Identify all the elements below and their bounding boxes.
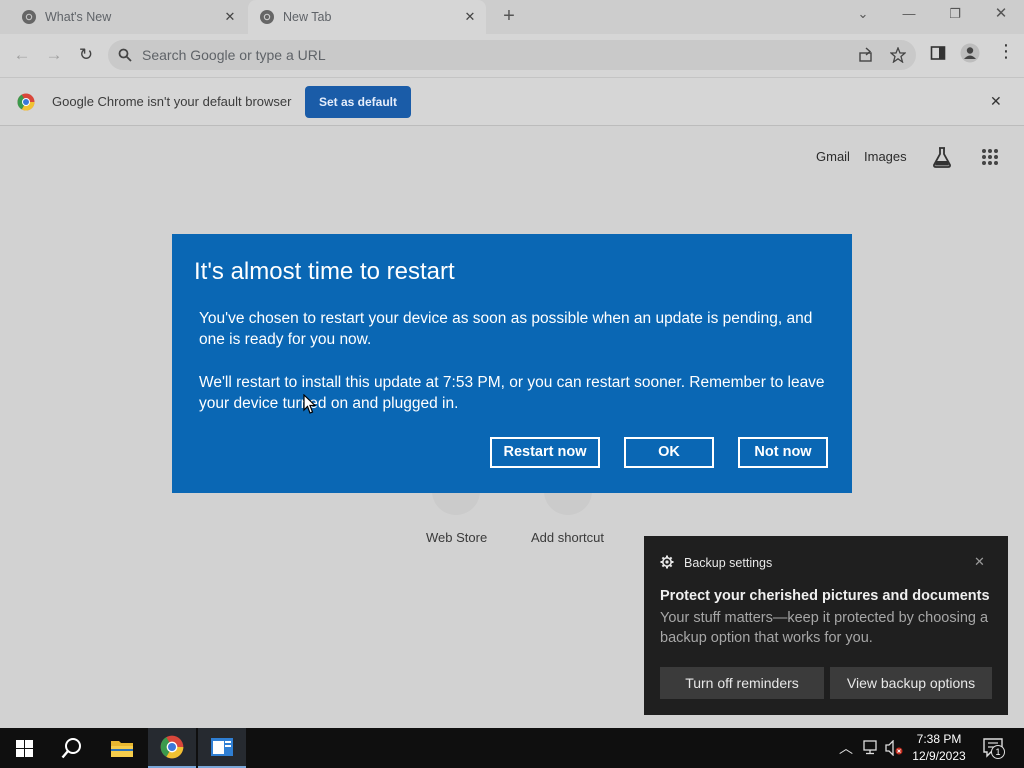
omnibox[interactable]: Search Google or type a URL <box>108 40 916 70</box>
labs-flask-icon[interactable] <box>932 146 952 168</box>
search-button[interactable] <box>48 728 96 768</box>
ok-button[interactable]: OK <box>624 437 714 468</box>
google-apps-grid-icon[interactable] <box>981 148 999 166</box>
restart-dialog: It's almost time to restart You've chose… <box>172 234 852 493</box>
chrome-logo-icon <box>17 93 35 111</box>
tab-title: New Tab <box>283 10 332 24</box>
show-hidden-icons-chevron-icon[interactable]: ︿ <box>839 738 853 758</box>
close-tab-icon[interactable]: ✕ <box>222 9 238 25</box>
toast-heading: Protect your cherished pictures and docu… <box>660 588 990 604</box>
chrome-favicon-icon <box>260 10 274 24</box>
notification-count-badge: 1 <box>991 745 1005 759</box>
search-icon <box>118 48 132 62</box>
tab-title: What's New <box>45 10 112 24</box>
backup-notification-toast: Backup settings ✕ Protect your cherished… <box>644 536 1008 715</box>
taskbar-clock[interactable]: 7:38 PM 12/9/2023 <box>905 731 973 765</box>
file-explorer-button[interactable] <box>98 728 146 768</box>
mouse-cursor-icon <box>303 394 317 414</box>
infobar-close-icon[interactable]: ✕ <box>990 93 1002 110</box>
tab-whats-new[interactable]: What's New ✕ <box>0 0 246 34</box>
app-window-taskbar-button[interactable] <box>198 728 246 768</box>
chrome-taskbar-button[interactable] <box>148 728 196 768</box>
tab-strip: What's New ✕ New Tab ✕ + ⌄ — ❐ ✕ <box>0 0 1024 34</box>
share-icon[interactable] <box>858 47 874 63</box>
chrome-favicon-icon <box>22 10 36 24</box>
profile-avatar-icon[interactable] <box>960 43 980 63</box>
reload-icon[interactable]: ↻ <box>74 44 98 68</box>
dialog-paragraph-2: We'll restart to install this update at … <box>199 374 825 412</box>
volume-muted-icon[interactable] <box>885 740 903 756</box>
view-backup-options-button[interactable]: View backup options <box>830 667 992 699</box>
forward-arrow-icon[interactable]: → <box>42 44 66 68</box>
chrome-logo-icon <box>160 735 184 759</box>
infobar-message: Google Chrome isn't your default browser <box>52 94 292 109</box>
set-as-default-button[interactable]: Set as default <box>305 86 411 118</box>
toast-app-name: Backup settings <box>684 556 773 570</box>
default-browser-infobar: Google Chrome isn't your default browser… <box>0 78 1024 126</box>
restore-icon[interactable]: ❐ <box>932 0 978 30</box>
web-store-shortcut-label[interactable]: Web Store <box>426 530 487 545</box>
omnibox-placeholder: Search Google or type a URL <box>142 47 326 63</box>
close-tab-icon[interactable]: ✕ <box>462 9 478 25</box>
gmail-link[interactable]: Gmail <box>816 149 850 164</box>
side-panel-icon[interactable] <box>930 45 946 61</box>
app-window-icon <box>211 738 233 756</box>
settings-gear-icon <box>660 555 674 569</box>
toast-close-icon[interactable]: ✕ <box>974 554 985 570</box>
dialog-title: It's almost time to restart <box>194 258 455 285</box>
action-center-button[interactable]: 1 <box>983 738 1005 761</box>
chrome-menu-icon[interactable]: ⋮ <box>997 42 1015 60</box>
minimize-icon[interactable]: — <box>886 0 932 30</box>
folder-icon <box>111 741 133 757</box>
windows-logo-icon <box>15 739 33 757</box>
add-shortcut-label[interactable]: Add shortcut <box>531 530 604 545</box>
network-icon[interactable] <box>863 740 881 756</box>
turn-off-reminders-button[interactable]: Turn off reminders <box>660 667 824 699</box>
dialog-paragraph-1: You've chosen to restart your device as … <box>199 310 813 348</box>
not-now-button[interactable]: Not now <box>738 437 828 468</box>
search-icon <box>61 738 81 759</box>
clock-date: 12/9/2023 <box>912 749 966 763</box>
bookmark-star-icon[interactable] <box>890 47 906 63</box>
start-button[interactable] <box>0 728 48 768</box>
images-link[interactable]: Images <box>864 149 907 164</box>
back-arrow-icon[interactable]: ← <box>10 44 34 68</box>
tab-new-tab[interactable]: New Tab ✕ <box>248 0 486 34</box>
windows-taskbar: ︿ 7:38 PM 12/9/2023 1 <box>0 728 1024 768</box>
window-close-icon[interactable]: ✕ <box>978 0 1024 30</box>
toast-body: Your stuff matters—keep it protected by … <box>660 610 989 646</box>
clock-time: 7:38 PM <box>916 732 962 746</box>
browser-toolbar: ← → ↻ Search Google or type a URL ⋮ <box>0 34 1024 78</box>
tab-search-chevron-icon[interactable]: ⌄ <box>840 0 886 30</box>
new-tab-plus-icon[interactable]: + <box>498 6 520 28</box>
restart-now-button[interactable]: Restart now <box>490 437 600 468</box>
